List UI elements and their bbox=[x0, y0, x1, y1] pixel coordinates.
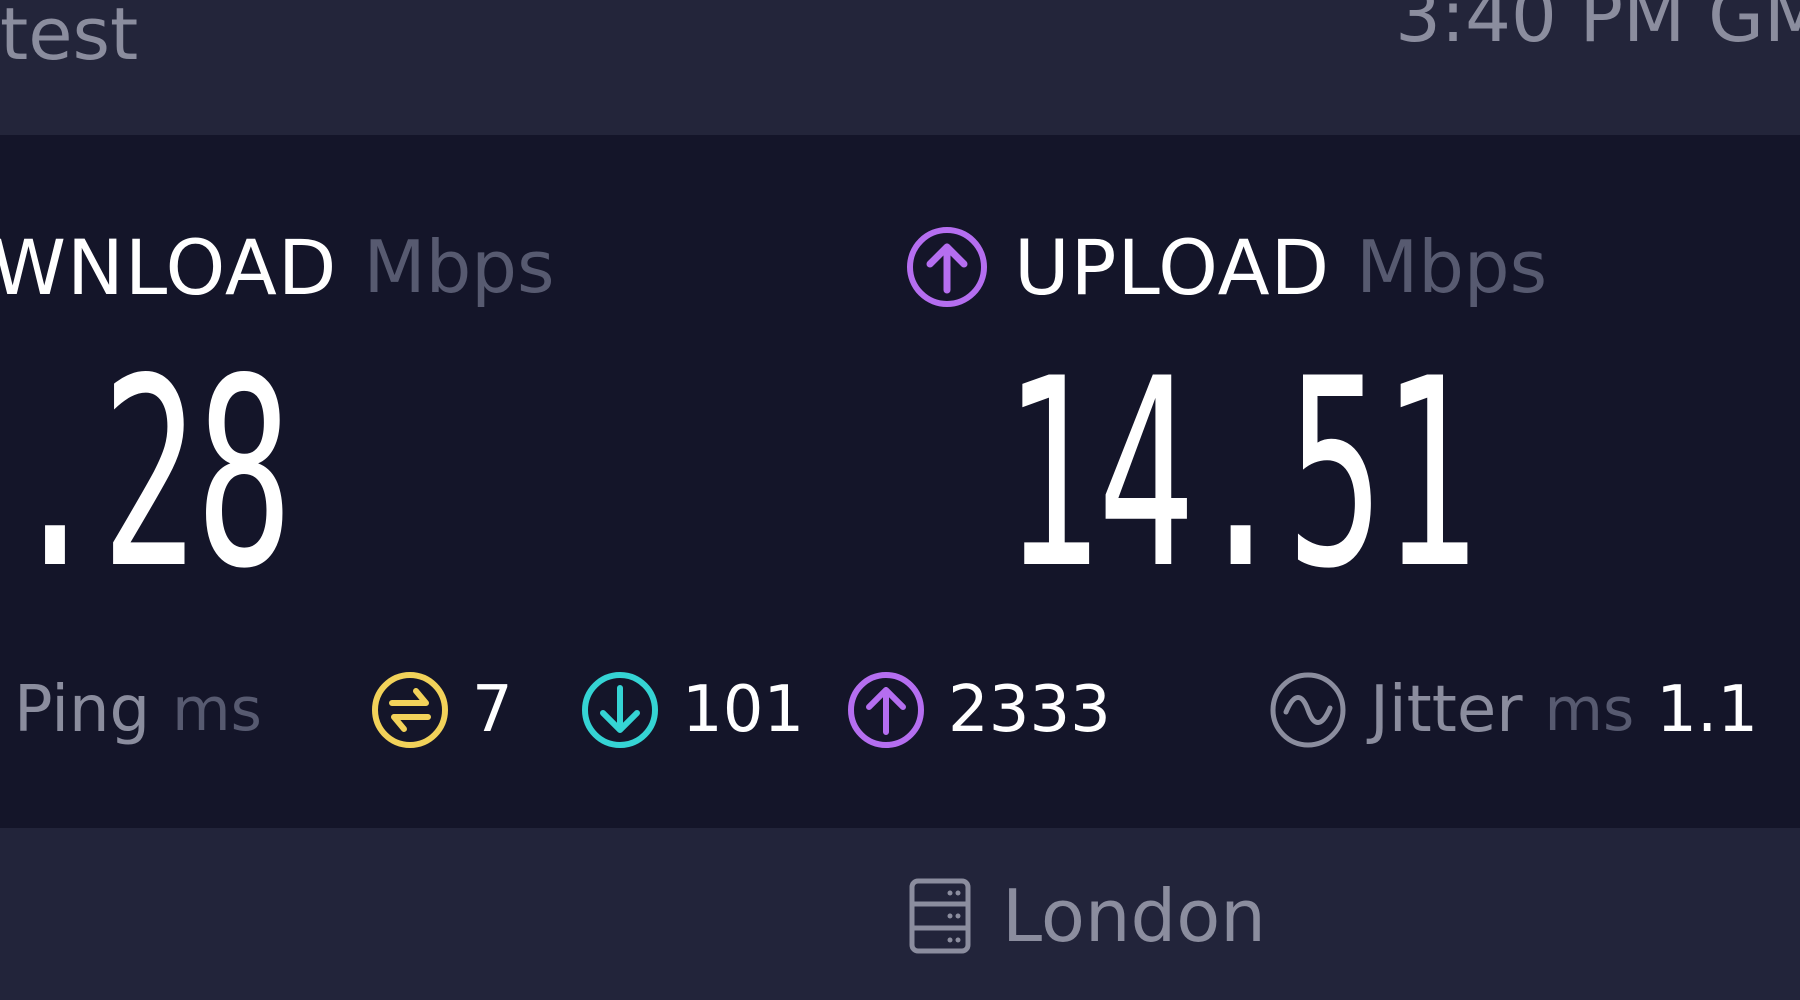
server-selector[interactable]: London bbox=[908, 874, 1266, 958]
upload-label: UPLOAD bbox=[1014, 222, 1331, 312]
upload-arrow-icon bbox=[902, 222, 992, 312]
idle-latency-icon bbox=[368, 668, 452, 752]
upload-latency-icon bbox=[844, 668, 928, 752]
download-unit-label: Mbps bbox=[363, 225, 555, 309]
upload-speed-value: 14.51 bbox=[1003, 324, 1478, 626]
ping-label-group: Ping ms bbox=[14, 660, 262, 760]
server-name: London bbox=[1002, 874, 1266, 958]
results-panel: OWNLOAD Mbps UPLOAD Mbps 5.28 14.51 Ping… bbox=[0, 135, 1800, 828]
ping-unit-label: ms bbox=[172, 675, 262, 745]
server-footer: London bbox=[0, 828, 1800, 1000]
brand-text[interactable]: edtest bbox=[0, 0, 138, 76]
download-speed-value: 5.28 bbox=[0, 324, 293, 626]
download-label: OWNLOAD bbox=[0, 222, 338, 312]
download-latency-icon bbox=[578, 668, 662, 752]
server-icon bbox=[908, 877, 972, 955]
jitter-value: 1.1 bbox=[1656, 673, 1759, 747]
download-latency-item: 101 bbox=[578, 660, 804, 760]
jitter-wave-icon bbox=[1266, 668, 1350, 752]
upload-latency-value: 2333 bbox=[948, 673, 1111, 747]
latency-row: Ping ms 7 101 2333 Jitter ms 1.1 bbox=[0, 660, 1800, 760]
idle-latency-value: 7 bbox=[472, 673, 513, 747]
upload-header: UPLOAD Mbps bbox=[902, 217, 1547, 317]
jitter-label: Jitter bbox=[1370, 673, 1523, 747]
jitter-unit-label: ms bbox=[1544, 675, 1635, 745]
jitter-item: Jitter ms 1.1 bbox=[1266, 660, 1758, 760]
idle-latency-item: 7 bbox=[368, 660, 513, 760]
upload-unit-label: Mbps bbox=[1356, 225, 1548, 309]
top-bar: edtest 3:40 PM GMT bbox=[0, 0, 1800, 135]
upload-latency-item: 2333 bbox=[844, 660, 1111, 760]
ping-label: Ping bbox=[14, 673, 151, 747]
timestamp: 3:40 PM GMT bbox=[1395, 0, 1800, 58]
download-header: OWNLOAD Mbps bbox=[0, 217, 555, 317]
download-latency-value: 101 bbox=[682, 673, 805, 747]
